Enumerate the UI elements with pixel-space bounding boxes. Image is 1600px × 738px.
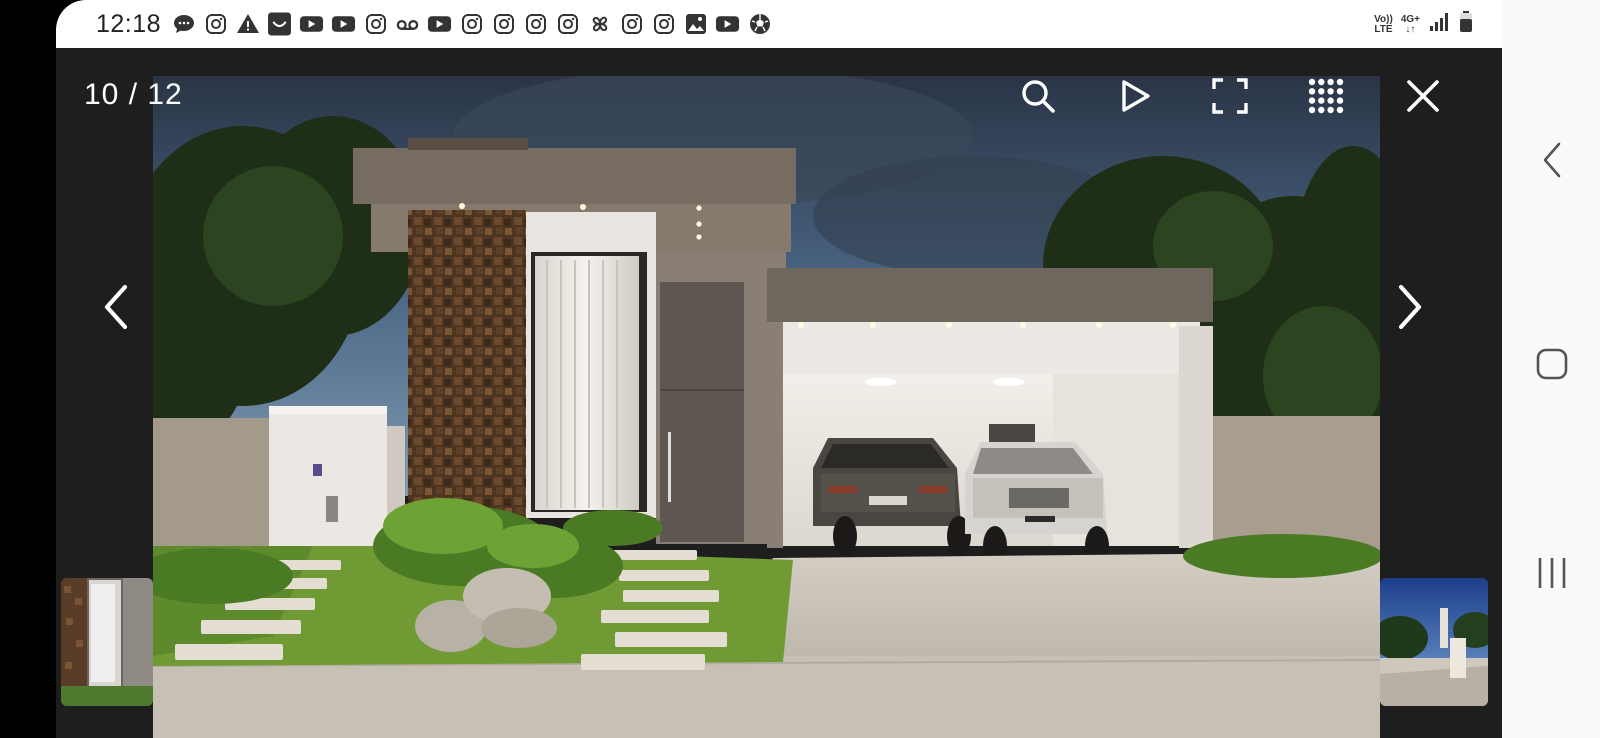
back-icon — [1542, 142, 1562, 183]
youtube-icon — [427, 12, 452, 37]
instagram-icon — [555, 12, 580, 37]
search-icon — [1019, 77, 1057, 120]
screen: 12:18 Vo)) LTE 4G+ ↓↑ 10 / 12 — [56, 0, 1502, 738]
gallery-icon — [683, 12, 708, 37]
signal-icon — [1428, 11, 1450, 38]
instagram-icon — [459, 12, 484, 37]
pickup — [965, 442, 1109, 566]
grid-view-button[interactable] — [1302, 74, 1350, 122]
main-photo[interactable] — [113, 66, 1413, 738]
battery-icon — [1458, 10, 1474, 39]
instagram-icon — [363, 12, 388, 37]
youtube-icon — [331, 12, 356, 37]
volte-indicator: Vo)) LTE — [1374, 13, 1393, 35]
zoom-button[interactable] — [1014, 74, 1062, 122]
network-indicator: 4G+ ↓↑ — [1400, 13, 1420, 35]
chat-icon — [171, 12, 196, 37]
notification-icons — [171, 12, 772, 37]
grid-icon — [1307, 77, 1345, 120]
next-thumbnail[interactable] — [1380, 578, 1488, 706]
chevron-left-icon — [101, 283, 131, 336]
image-viewer: 10 / 12 — [56, 48, 1502, 738]
status-indicators: Vo)) LTE 4G+ ↓↑ — [1374, 10, 1474, 39]
youtube-icon — [299, 12, 324, 37]
next-button[interactable] — [1380, 274, 1440, 344]
voicemail-icon — [395, 12, 420, 37]
play-icon — [1118, 78, 1152, 119]
back-button[interactable] — [1530, 140, 1574, 184]
instagram-icon — [491, 12, 516, 37]
home-icon — [1535, 347, 1569, 386]
pinwheel-icon — [587, 12, 612, 37]
soccer-ball-icon — [747, 12, 772, 37]
fullscreen-button[interactable] — [1206, 74, 1254, 122]
close-button[interactable] — [1399, 74, 1447, 122]
status-bar: 12:18 Vo)) LTE 4G+ ↓↑ — [56, 0, 1502, 48]
slideshow-button[interactable] — [1111, 74, 1159, 122]
device-bezel — [0, 0, 56, 738]
recents-icon — [1535, 555, 1569, 596]
instagram-icon — [619, 12, 644, 37]
previous-thumbnail[interactable] — [61, 578, 153, 706]
instagram-icon — [203, 12, 228, 37]
image-counter: 10 / 12 — [84, 78, 183, 111]
previous-button[interactable] — [86, 274, 146, 344]
instagram-icon — [523, 12, 548, 37]
smile-app-icon — [267, 12, 292, 37]
recents-button[interactable] — [1530, 553, 1574, 597]
youtube-icon — [715, 12, 740, 37]
status-time: 12:18 — [96, 9, 162, 38]
warning-icon — [235, 12, 260, 37]
instagram-icon — [651, 12, 676, 37]
chevron-right-icon — [1395, 283, 1425, 336]
close-icon — [1405, 78, 1441, 119]
home-button[interactable] — [1530, 344, 1574, 388]
fullscreen-icon — [1211, 77, 1249, 120]
